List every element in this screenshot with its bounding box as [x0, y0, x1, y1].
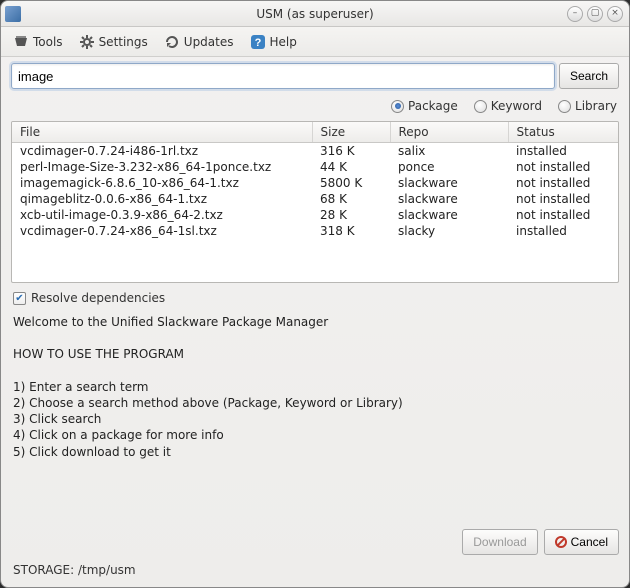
cell-repo: slackware	[390, 191, 508, 207]
radio-keyword-label: Keyword	[491, 99, 542, 113]
gear-icon	[79, 34, 95, 50]
menu-help-label: Help	[270, 35, 297, 49]
tools-icon	[13, 34, 29, 50]
cell-size: 318 K	[312, 223, 390, 239]
cell-size: 44 K	[312, 159, 390, 175]
th-size[interactable]: Size	[312, 122, 390, 143]
window-title: USM (as superuser)	[1, 7, 629, 21]
cell-repo: slackware	[390, 175, 508, 191]
cell-status: not installed	[508, 191, 618, 207]
results-table[interactable]: File Size Repo Status vcdimager-0.7.24-i…	[11, 121, 619, 283]
table-header-row: File Size Repo Status	[12, 122, 618, 143]
th-file[interactable]: File	[12, 122, 312, 143]
radio-package-label: Package	[408, 99, 458, 113]
menu-updates[interactable]: Updates	[160, 31, 238, 53]
table-row[interactable]: vcdimager-0.7.24-i486-1rl.txz316 Ksalixi…	[12, 143, 618, 160]
radio-package[interactable]: Package	[391, 99, 458, 113]
cell-status: installed	[508, 143, 618, 160]
resolve-deps-row[interactable]: ✔ Resolve dependencies	[11, 283, 619, 311]
cell-file: perl-Image-Size-3.232-x86_64-1ponce.txz	[12, 159, 312, 175]
cell-size: 316 K	[312, 143, 390, 160]
main-window: USM (as superuser) – ▢ × Tools Settings …	[0, 0, 630, 588]
menubar: Tools Settings Updates ? Help	[1, 27, 629, 57]
cell-status: installed	[508, 223, 618, 239]
th-repo[interactable]: Repo	[390, 122, 508, 143]
search-row: Search	[11, 63, 619, 89]
content-area: Search Package Keyword Library File	[1, 57, 629, 587]
titlebar: USM (as superuser) – ▢ ×	[1, 1, 629, 27]
cell-status: not installed	[508, 159, 618, 175]
cell-size: 28 K	[312, 207, 390, 223]
cell-file: vcdimager-0.7.24-i486-1rl.txz	[12, 143, 312, 160]
help-icon: ?	[250, 34, 266, 50]
cell-status: not installed	[508, 175, 618, 191]
cell-file: vcdimager-0.7.24-x86_64-1sl.txz	[12, 223, 312, 239]
menu-settings[interactable]: Settings	[75, 31, 152, 53]
radio-library[interactable]: Library	[558, 99, 617, 113]
table-row[interactable]: vcdimager-0.7.24-x86_64-1sl.txz318 Kslac…	[12, 223, 618, 239]
table-row[interactable]: qimageblitz-0.0.6-x86_64-1.txz68 Kslackw…	[12, 191, 618, 207]
radio-package-dot	[391, 100, 404, 113]
statusbar: STORAGE: /tmp/usm	[11, 559, 619, 583]
cancel-button[interactable]: Cancel	[544, 529, 619, 555]
cell-file: xcb-util-image-0.3.9-x86_64-2.txz	[12, 207, 312, 223]
table-row[interactable]: xcb-util-image-0.3.9-x86_64-2.txz28 Ksla…	[12, 207, 618, 223]
menu-settings-label: Settings	[99, 35, 148, 49]
menu-tools-label: Tools	[33, 35, 63, 49]
radio-library-dot	[558, 100, 571, 113]
radio-keyword[interactable]: Keyword	[474, 99, 542, 113]
cell-size: 68 K	[312, 191, 390, 207]
radio-library-label: Library	[575, 99, 617, 113]
cell-size: 5800 K	[312, 175, 390, 191]
cell-file: imagemagick-6.8.6_10-x86_64-1.txz	[12, 175, 312, 191]
cell-repo: slackware	[390, 207, 508, 223]
cell-repo: ponce	[390, 159, 508, 175]
search-input[interactable]	[11, 63, 555, 89]
info-pane: Welcome to the Unified Slackware Package…	[11, 311, 619, 525]
cell-file: qimageblitz-0.0.6-x86_64-1.txz	[12, 191, 312, 207]
cell-status: not installed	[508, 207, 618, 223]
table-row[interactable]: perl-Image-Size-3.232-x86_64-1ponce.txz4…	[12, 159, 618, 175]
search-button[interactable]: Search	[559, 63, 619, 89]
menu-updates-label: Updates	[184, 35, 234, 49]
bottom-buttons: Download Cancel	[11, 525, 619, 559]
table-row[interactable]: imagemagick-6.8.6_10-x86_64-1.txz5800 Ks…	[12, 175, 618, 191]
refresh-icon	[164, 34, 180, 50]
th-status[interactable]: Status	[508, 122, 618, 143]
download-button[interactable]: Download	[462, 529, 537, 555]
menu-tools[interactable]: Tools	[9, 31, 67, 53]
cell-repo: slacky	[390, 223, 508, 239]
cell-repo: salix	[390, 143, 508, 160]
svg-text:?: ?	[254, 37, 261, 49]
menu-help[interactable]: ? Help	[246, 31, 301, 53]
search-mode-radios: Package Keyword Library	[11, 95, 619, 121]
resolve-deps-label: Resolve dependencies	[31, 291, 165, 305]
cancel-icon	[555, 536, 567, 548]
resolve-deps-checkbox[interactable]: ✔	[13, 292, 26, 305]
cancel-button-label: Cancel	[571, 535, 608, 549]
radio-keyword-dot	[474, 100, 487, 113]
